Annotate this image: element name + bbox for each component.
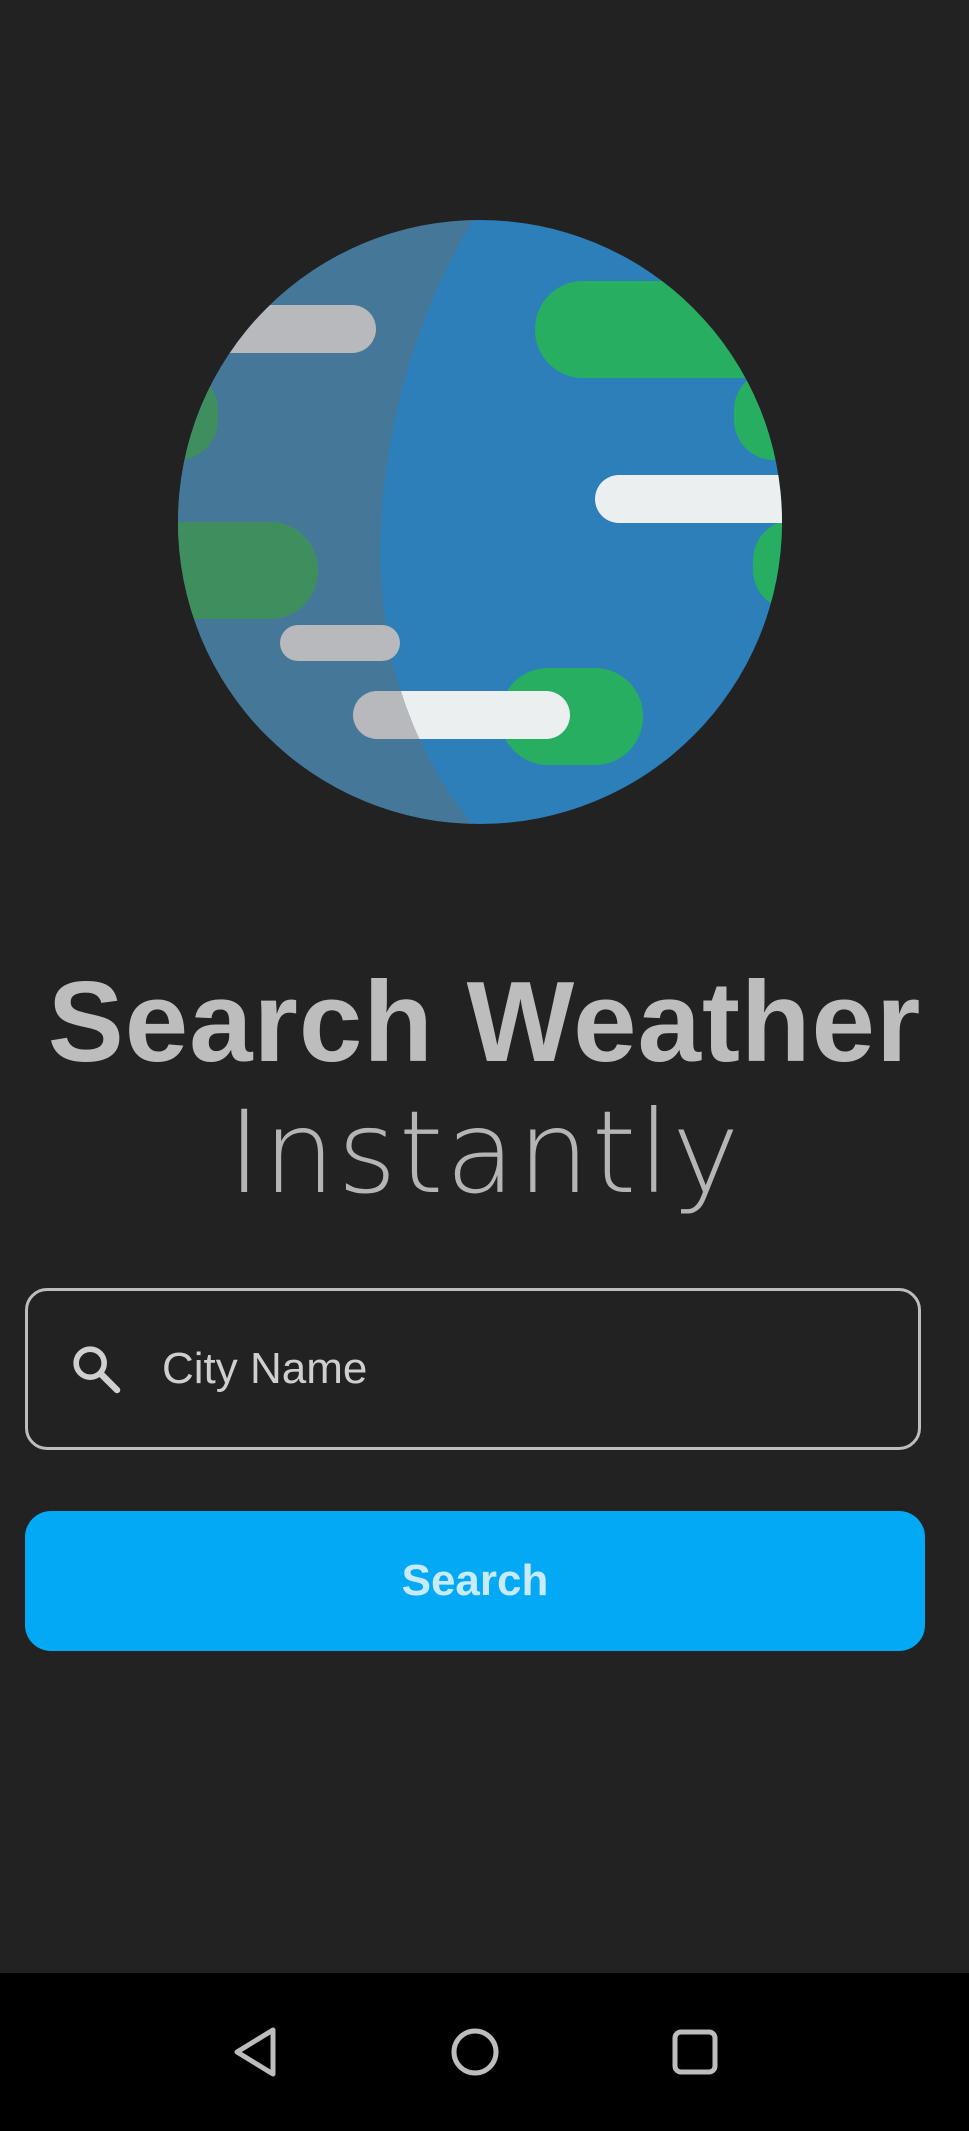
subtitle-text: Instantly bbox=[227, 1086, 742, 1219]
home-button[interactable] bbox=[430, 2007, 520, 2097]
recents-icon bbox=[672, 2029, 718, 2075]
city-search-field[interactable] bbox=[25, 1288, 921, 1450]
back-icon bbox=[234, 2027, 276, 2077]
search-button[interactable]: Search bbox=[25, 1511, 925, 1651]
city-name-input[interactable] bbox=[162, 1344, 918, 1394]
search-icon bbox=[73, 1346, 121, 1394]
system-navigation-bar bbox=[0, 1973, 969, 2131]
page-subtitle: Instantly bbox=[0, 1088, 969, 1218]
weather-search-screen: Search Weather Instantly Search bbox=[0, 0, 969, 2131]
home-icon bbox=[451, 2028, 499, 2076]
back-button[interactable] bbox=[212, 2007, 302, 2097]
page-title: Search Weather bbox=[47, 959, 922, 1086]
globe-illustration bbox=[178, 220, 782, 824]
recents-button[interactable] bbox=[650, 2007, 740, 2097]
globe-icon bbox=[178, 220, 782, 824]
